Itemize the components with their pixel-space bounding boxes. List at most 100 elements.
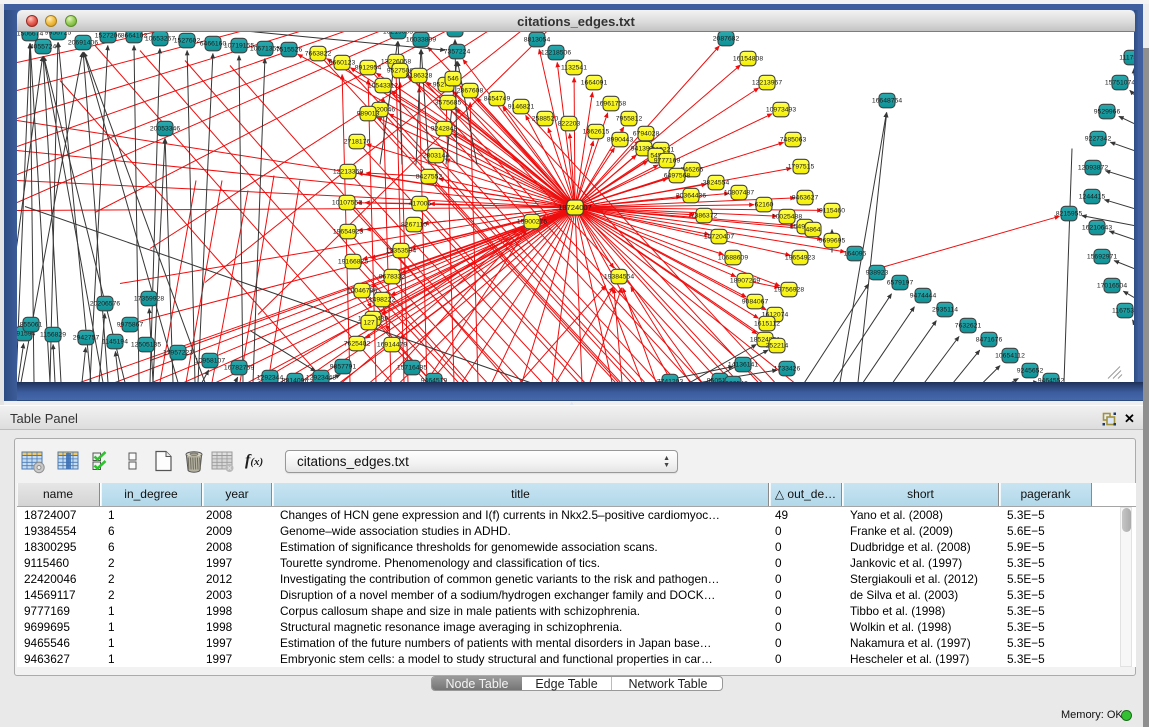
- svg-text:6794028: 6794028: [633, 130, 660, 137]
- svg-text:2588520: 2588520: [532, 115, 559, 122]
- svg-text:1506674: 1506674: [17, 32, 43, 38]
- svg-text:4864: 4864: [805, 226, 820, 233]
- svg-text:15716485: 15716485: [397, 364, 427, 371]
- svg-text:1156829: 1156829: [40, 331, 66, 338]
- svg-text:8912954: 8912954: [355, 64, 382, 71]
- svg-text:2942757: 2942757: [73, 334, 100, 341]
- svg-text:7485063: 7485063: [780, 136, 807, 143]
- svg-text:8267110: 8267110: [401, 221, 427, 228]
- svg-text:8813054: 8813054: [524, 36, 551, 43]
- svg-text:19654923: 19654923: [333, 228, 363, 235]
- svg-text:8471676: 8471676: [976, 336, 1003, 343]
- svg-text:15751074: 15751074: [1105, 79, 1134, 86]
- svg-text:8186328: 8186328: [406, 72, 433, 79]
- svg-text:1527602: 1527602: [174, 37, 201, 44]
- svg-text:9084067: 9084067: [742, 298, 769, 305]
- svg-text:9463627: 9463627: [792, 194, 819, 201]
- svg-text:7741203: 7741203: [657, 378, 684, 382]
- svg-text:9245652: 9245652: [1017, 367, 1044, 374]
- svg-text:938923: 938923: [866, 269, 889, 276]
- svg-text:9699695: 9699695: [819, 237, 846, 244]
- svg-text:9529966: 9529966: [1094, 108, 1121, 115]
- svg-text:9474444: 9474444: [910, 292, 937, 299]
- svg-text:12218506: 12218506: [541, 49, 571, 56]
- svg-text:17016504: 17016504: [1097, 282, 1127, 289]
- svg-text:7386372: 7386372: [691, 212, 718, 219]
- svg-text:17359928: 17359928: [134, 295, 164, 302]
- svg-text:20206576: 20206576: [90, 300, 120, 307]
- svg-text:20053346: 20053346: [150, 125, 180, 132]
- svg-text:16782759: 16782759: [224, 364, 254, 371]
- svg-text:19384554: 19384554: [604, 273, 634, 280]
- svg-text:1362615: 1362615: [583, 128, 610, 135]
- svg-text:11026549: 11026549: [718, 380, 748, 382]
- svg-text:16648764: 16648764: [872, 97, 902, 104]
- svg-text:3575685: 3575685: [435, 99, 462, 106]
- svg-text:989013: 989013: [357, 110, 380, 117]
- svg-text:6579197: 6579197: [887, 279, 914, 286]
- svg-text:17957223: 17957223: [163, 349, 193, 356]
- svg-text:1292344: 1292344: [257, 374, 284, 381]
- svg-text:20691406: 20691406: [68, 39, 98, 46]
- svg-text:8664102: 8664102: [121, 32, 148, 39]
- svg-text:10958107: 10958107: [195, 357, 225, 364]
- svg-text:8678332: 8678332: [379, 273, 406, 280]
- svg-text:9975867: 9975867: [117, 321, 144, 328]
- svg-text:20364436: 20364436: [676, 192, 706, 199]
- svg-text:19166825: 19166825: [338, 258, 368, 265]
- svg-text:6466160: 6466160: [200, 40, 227, 47]
- svg-text:2935114: 2935114: [932, 306, 958, 313]
- svg-text:10025488: 10025488: [772, 213, 802, 220]
- svg-text:10654112: 10654112: [995, 352, 1025, 359]
- svg-text:12213967: 12213967: [752, 79, 782, 86]
- svg-text:14136141: 14136141: [728, 361, 758, 368]
- svg-text:19756928: 19756928: [774, 286, 804, 293]
- svg-text:9777169: 9777169: [654, 157, 681, 164]
- svg-text:8215955: 8215955: [1056, 210, 1083, 217]
- svg-text:1167531: 1167531: [1112, 307, 1134, 314]
- svg-text:18907249: 18907249: [730, 277, 760, 284]
- svg-text:1117568: 1117568: [1119, 54, 1134, 61]
- svg-text:9227342: 9227342: [1085, 135, 1112, 142]
- svg-text:7955812: 7955812: [616, 115, 643, 122]
- svg-text:2803144: 2803144: [423, 152, 450, 159]
- svg-text:62160: 62160: [755, 201, 774, 208]
- svg-text:855061: 855061: [20, 321, 43, 328]
- svg-text:6497568: 6497568: [664, 172, 691, 179]
- svg-text:2867608: 2867608: [457, 87, 484, 94]
- svg-text:13353594: 13353594: [386, 247, 416, 254]
- svg-text:10653267: 10653267: [145, 35, 175, 42]
- svg-text:9119571: 9119571: [442, 32, 468, 34]
- svg-text:1664091: 1664091: [581, 79, 608, 86]
- svg-text:7663822: 7663822: [305, 50, 332, 57]
- svg-text:3824554: 3824554: [703, 179, 730, 186]
- svg-text:8454749: 8454749: [484, 95, 511, 102]
- svg-text:16154808: 16154808: [733, 55, 763, 62]
- svg-text:19654923: 19654923: [785, 254, 815, 261]
- svg-text:16210643: 16210643: [1082, 224, 1112, 231]
- svg-text:16961758: 16961758: [596, 100, 626, 107]
- svg-text:822203: 822203: [558, 120, 581, 127]
- svg-text:16219005: 16219005: [383, 32, 413, 36]
- svg-text:1615112: 1615112: [754, 320, 780, 327]
- svg-text:164095: 164095: [844, 250, 867, 257]
- svg-text:8427552: 8427552: [416, 173, 443, 180]
- svg-text:12093872: 12093872: [1078, 164, 1108, 171]
- svg-text:1527206: 1527206: [95, 32, 122, 39]
- svg-text:4055724: 4055724: [30, 43, 57, 50]
- svg-text:7625402: 7625402: [344, 340, 371, 347]
- svg-text:12505135: 12505135: [131, 341, 161, 348]
- svg-text:417006: 417006: [409, 200, 432, 207]
- svg-text:16033809: 16033809: [406, 36, 436, 43]
- svg-text:1733426: 1733426: [774, 365, 801, 372]
- svg-text:1132541: 1132541: [561, 64, 587, 71]
- svg-text:9115460: 9115460: [819, 207, 845, 214]
- svg-text:15692971: 15692971: [1087, 253, 1117, 260]
- svg-text:9956725: 9956725: [45, 32, 72, 37]
- svg-text:10807487: 10807487: [724, 189, 754, 196]
- svg-text:1797515: 1797515: [788, 163, 815, 170]
- svg-text:10973493: 10973493: [766, 106, 796, 113]
- svg-text:252214: 252214: [766, 342, 789, 349]
- svg-text:9857791: 9857791: [330, 363, 357, 370]
- svg-text:9242848: 9242848: [431, 125, 458, 132]
